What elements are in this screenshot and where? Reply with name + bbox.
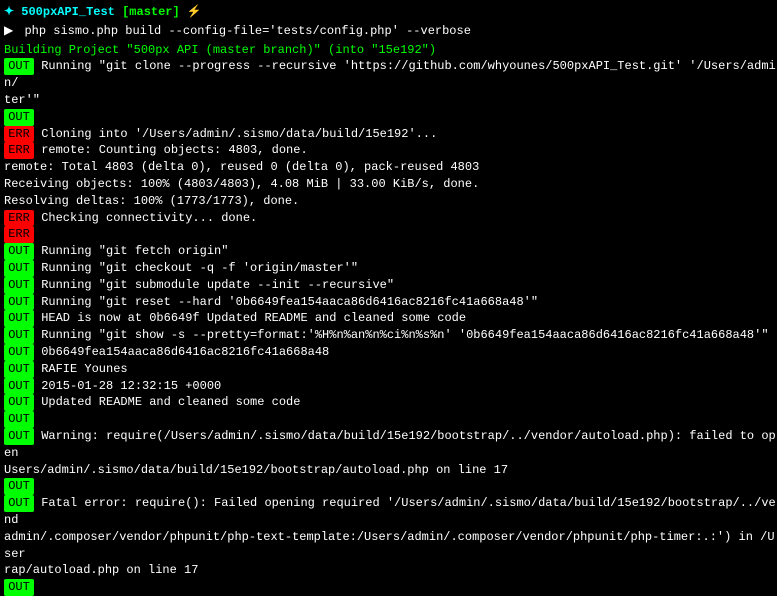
log-line: OUT Running "git clone --progress --recu…	[4, 58, 777, 92]
command-line: ▶ php sismo.php build --config-file='tes…	[4, 23, 777, 40]
log-text: remote: Total 4803 (delta 0), reused 0 (…	[4, 160, 479, 174]
git-branch: [master]	[122, 5, 180, 19]
log-text: 0b6649fea154aaca86d6416ac8216fc41a668a48	[34, 345, 329, 359]
log-text: Cloning into '/Users/admin/.sismo/data/b…	[34, 127, 437, 141]
log-line: OUT Running "git submodule update --init…	[4, 277, 777, 294]
out-tag: OUT	[4, 361, 34, 378]
log-output: OUT Running "git clone --progress --recu…	[4, 58, 777, 596]
log-line: ERR remote: Counting objects: 4803, done…	[4, 142, 777, 159]
command-text: php sismo.php build --config-file='tests…	[24, 24, 470, 38]
prompt-symbol: ✦	[4, 5, 14, 19]
err-tag: ERR	[4, 226, 34, 243]
log-text: Running "git clone --progress --recursiv…	[4, 59, 776, 90]
log-line: ERR Checking connectivity... done.	[4, 210, 777, 227]
out-tag: OUT	[4, 109, 34, 126]
log-text: admin/.composer/vendor/phpunit/php-text-…	[4, 530, 775, 561]
log-text: HEAD is now at 0b6649f Updated README an…	[34, 311, 466, 325]
log-text: RAFIE Younes	[34, 362, 128, 376]
log-line: OUT 2015-01-28 12:32:15 +0000	[4, 378, 777, 395]
prompt-arrow: ▶	[4, 23, 13, 40]
log-line: ter'"	[4, 92, 777, 109]
lightning-icon: ⚡	[187, 5, 202, 19]
err-tag: ERR	[4, 142, 34, 159]
log-text: Updated README and cleaned some code	[34, 395, 300, 409]
out-tag: OUT	[4, 579, 34, 596]
log-text: Receiving objects: 100% (4803/4803), 4.0…	[4, 177, 479, 191]
log-text: Running "git fetch origin"	[34, 244, 228, 258]
out-tag: OUT	[4, 294, 34, 311]
log-text: Resolving deltas: 100% (1773/1773), done…	[4, 194, 299, 208]
log-line: Receiving objects: 100% (4803/4803), 4.0…	[4, 176, 777, 193]
out-tag: OUT	[4, 344, 34, 361]
log-line: OUT	[4, 411, 777, 428]
log-line: OUT Warning: require(/Users/admin/.sismo…	[4, 428, 777, 462]
shell-prompt: ✦ 500pxAPI_Test [master] ⚡	[4, 4, 777, 21]
out-tag: OUT	[4, 310, 34, 327]
log-line: OUT Running "git fetch origin"	[4, 243, 777, 260]
log-line: Resolving deltas: 100% (1773/1773), done…	[4, 193, 777, 210]
log-text: Fatal error: require(): Failed opening r…	[4, 496, 776, 527]
out-tag: OUT	[4, 378, 34, 395]
log-line: OUT Updated README and cleaned some code	[4, 394, 777, 411]
log-text: ter'"	[4, 93, 40, 107]
err-tag: ERR	[4, 126, 34, 143]
log-text: Checking connectivity... done.	[34, 211, 257, 225]
out-tag: OUT	[4, 478, 34, 495]
log-line: OUT Fatal error: require(): Failed openi…	[4, 495, 777, 529]
out-tag: OUT	[4, 411, 34, 428]
out-tag: OUT	[4, 58, 34, 75]
log-line: ERR Cloning into '/Users/admin/.sismo/da…	[4, 126, 777, 143]
project-name: 500pxAPI_Test	[21, 5, 115, 19]
log-line: OUT	[4, 109, 777, 126]
log-line: OUT	[4, 478, 777, 495]
log-text: Running "git reset --hard '0b6649fea154a…	[34, 295, 538, 309]
log-line: OUT Running "git reset --hard '0b6649fea…	[4, 294, 777, 311]
log-text: 2015-01-28 12:32:15 +0000	[34, 379, 221, 393]
log-line: admin/.composer/vendor/phpunit/php-text-…	[4, 529, 777, 563]
log-text: Warning: require(/Users/admin/.sismo/dat…	[4, 429, 776, 460]
log-text: rap/autoload.php on line 17	[4, 563, 198, 577]
log-text: Running "git submodule update --init --r…	[34, 278, 394, 292]
log-line: OUT	[4, 579, 777, 596]
log-line: ERR	[4, 226, 777, 243]
log-text: Running "git show -s --pretty=format:'%H…	[34, 328, 769, 342]
err-tag: ERR	[4, 210, 34, 227]
log-line: OUT RAFIE Younes	[4, 361, 777, 378]
log-line: OUT Running "git checkout -q -f 'origin/…	[4, 260, 777, 277]
log-line: OUT HEAD is now at 0b6649f Updated READM…	[4, 310, 777, 327]
log-text: remote: Counting objects: 4803, done.	[34, 143, 308, 157]
out-tag: OUT	[4, 428, 34, 445]
out-tag: OUT	[4, 394, 34, 411]
out-tag: OUT	[4, 327, 34, 344]
log-line: remote: Total 4803 (delta 0), reused 0 (…	[4, 159, 777, 176]
log-line: OUT Running "git show -s --pretty=format…	[4, 327, 777, 344]
log-line: Users/admin/.sismo/data/build/15e192/boo…	[4, 462, 777, 479]
out-tag: OUT	[4, 243, 34, 260]
out-tag: OUT	[4, 260, 34, 277]
log-line: rap/autoload.php on line 17	[4, 562, 777, 579]
building-header: Building Project "500px API (master bran…	[4, 42, 777, 59]
out-tag: OUT	[4, 495, 34, 512]
log-line: OUT 0b6649fea154aaca86d6416ac8216fc41a66…	[4, 344, 777, 361]
log-text: Users/admin/.sismo/data/build/15e192/boo…	[4, 463, 508, 477]
out-tag: OUT	[4, 277, 34, 294]
log-text: Running "git checkout -q -f 'origin/mast…	[34, 261, 358, 275]
